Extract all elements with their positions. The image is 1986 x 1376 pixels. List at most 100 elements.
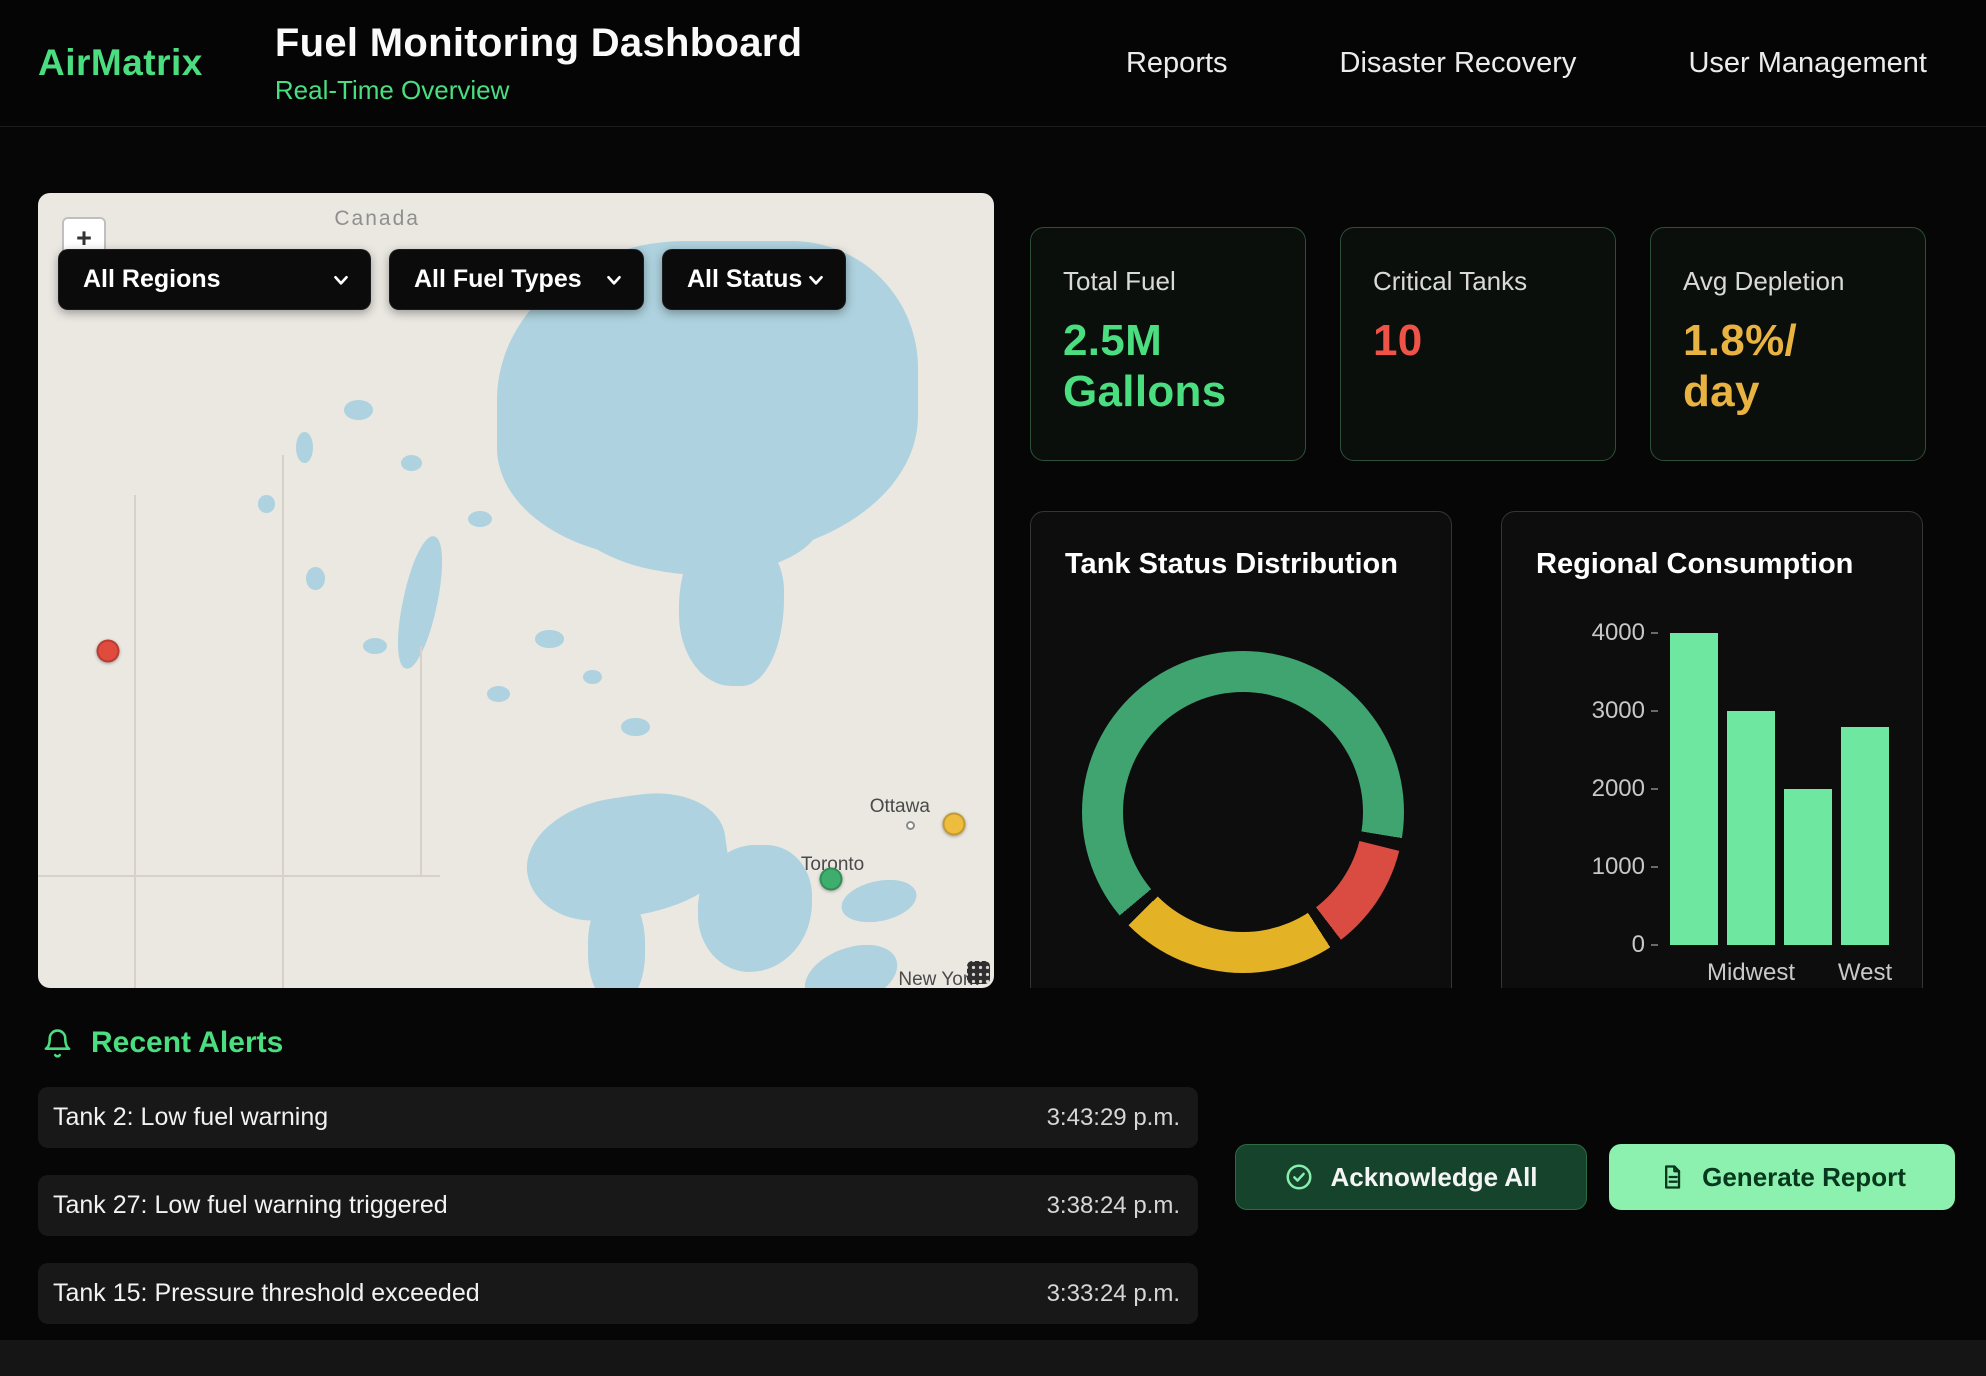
map[interactable]: Canada Ottawa Toronto New York + − All R… [38,193,994,988]
ottawa-town-dot [906,821,915,830]
region-filter-value: All Regions [83,265,221,294]
us-canada-border [38,875,440,877]
stat-card-critical-tanks: Critical Tanks 10 [1340,227,1616,461]
province-border [282,455,284,988]
fuel-monitoring-dashboard: AirMatrix Fuel Monitoring Dashboard Real… [0,0,1986,1376]
brand-logo[interactable]: AirMatrix [38,42,203,84]
chevron-down-icon [603,269,625,291]
resize-grip-icon[interactable] [967,961,990,984]
stat-card-total-fuel: Total Fuel 2.5M Gallons [1030,227,1306,461]
chart-title: Regional Consumption [1536,548,1853,581]
small-lake [258,495,275,512]
regional-consumption-card: Regional Consumption 0 1000 2000 3000 4000 M… [1501,511,1923,988]
small-lake [306,567,325,591]
fuel-type-filter-dropdown[interactable]: All Fuel Types [389,249,644,310]
alert-timestamp: 3:33:24 p.m. [1047,1280,1180,1308]
small-lake [344,400,373,420]
stat-value-total-fuel: 2.5M Gallons [1063,315,1277,417]
bar-0 [1670,633,1718,945]
bar-group [1670,633,1718,945]
stat-value-critical-tanks: 10 [1373,315,1587,366]
fuel-type-filter-value: All Fuel Types [414,265,582,294]
nav-disaster-recovery[interactable]: Disaster Recovery [1340,47,1577,80]
chevron-down-icon [330,269,352,291]
tank-status-card: Tank Status Distribution [1030,511,1452,988]
lake-michigan [588,893,645,988]
nav-reports[interactable]: Reports [1126,47,1228,80]
bar-yaxis: 01000200030004000 [1502,633,1658,945]
bar-2 [1784,789,1832,945]
alert-row: Tank 15: Pressure threshold exceeded 3:3… [38,1263,1198,1324]
y-tick-label: 0 [1632,931,1658,959]
stat-label: Avg Depletion [1683,266,1897,297]
small-lake [621,718,650,736]
regional-consumption-chart: 01000200030004000 MidwestWest [1502,633,1902,945]
app-header: AirMatrix Fuel Monitoring Dashboard Real… [0,0,1986,127]
alerts-heading-label: Recent Alerts [91,1026,283,1060]
stat-card-avg-depletion: Avg Depletion 1.8%/ day [1650,227,1926,461]
small-lake [487,686,510,702]
stat-label: Total Fuel [1063,266,1277,297]
generate-report-label: Generate Report [1702,1162,1906,1193]
y-tick-label: 2000 [1592,775,1658,803]
alert-message: Tank 27: Low fuel warning triggered [53,1191,448,1220]
title-block: Fuel Monitoring Dashboard Real-Time Over… [275,21,802,106]
james-bay [679,527,784,686]
province-border [420,646,422,877]
bar-group [1784,633,1832,945]
bar-group: Midwest [1727,633,1775,945]
chart-title: Tank Status Distribution [1065,548,1398,581]
map-label-country: Canada [334,207,420,231]
bell-icon [42,1028,73,1059]
alerts-heading: Recent Alerts [42,1026,283,1060]
map-filters: All Regions All Fuel Types All Status [58,249,846,310]
check-circle-icon [1284,1162,1314,1192]
alert-timestamp: 3:38:24 p.m. [1047,1192,1180,1220]
nav-user-management[interactable]: User Management [1688,47,1927,80]
chevron-down-icon [805,269,827,291]
small-lake [468,511,492,527]
alert-timestamp: 3:43:29 p.m. [1047,1104,1180,1132]
bar-group: West [1841,633,1889,945]
bar-1 [1727,711,1775,945]
generate-report-button[interactable]: Generate Report [1609,1144,1955,1210]
y-tick-label: 3000 [1592,697,1658,725]
y-tick-label: 4000 [1592,619,1658,647]
small-lake [583,670,602,684]
lake-huron [698,845,813,972]
document-icon [1658,1163,1686,1191]
small-lake [401,455,422,471]
alert-row: Tank 2: Low fuel warning 3:43:29 p.m. [38,1087,1198,1148]
status-filter-dropdown[interactable]: All Status [662,249,846,310]
main-nav: Reports Disaster Recovery User Managemen… [1126,47,1927,80]
acknowledge-all-button[interactable]: Acknowledge All [1235,1144,1587,1210]
bar-3 [1841,727,1889,945]
tank-status-donut [1082,651,1404,973]
x-tick-label: West [1838,959,1892,987]
lake-erie [796,934,905,988]
alert-message: Tank 2: Low fuel warning [53,1103,328,1132]
alert-row: Tank 27: Low fuel warning triggered 3:38… [38,1175,1198,1236]
map-label-ottawa: Ottawa [870,796,930,818]
y-tick-label: 1000 [1592,853,1658,881]
bar-plot: Midwest West [1670,633,1889,945]
footer-strip [0,1340,1986,1376]
acknowledge-all-label: Acknowledge All [1330,1162,1537,1193]
map-marker-warning[interactable] [942,813,965,836]
page-subtitle: Real-Time Overview [275,75,802,106]
region-filter-dropdown[interactable]: All Regions [58,249,371,310]
small-lake [296,432,313,464]
small-lake [363,638,387,654]
small-lake [535,630,564,647]
alert-message: Tank 15: Pressure threshold exceeded [53,1279,480,1308]
stat-label: Critical Tanks [1373,266,1587,297]
lake-ontario [838,873,921,928]
status-filter-value: All Status [687,265,802,294]
map-marker-critical[interactable] [96,639,119,662]
map-marker-normal[interactable] [820,868,843,891]
stats-row: Total Fuel 2.5M Gallons Critical Tanks 1… [1030,227,1926,461]
page-title: Fuel Monitoring Dashboard [275,21,802,66]
province-border [134,495,136,988]
charts-row: Tank Status Distribution Regional Consum… [1030,511,1926,988]
x-tick-label: Midwest [1707,959,1795,987]
